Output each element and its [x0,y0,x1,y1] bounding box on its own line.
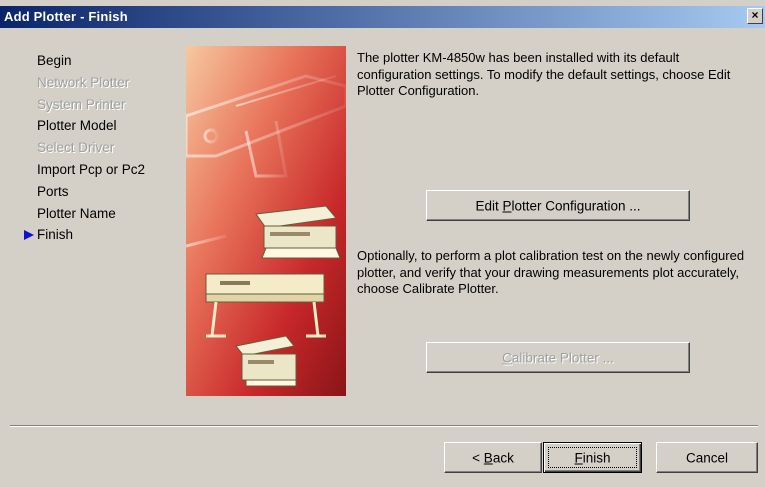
wizard-step-import-pcp: Import Pcp or Pc2 [37,161,146,177]
cancel-button-label: Cancel [685,450,729,465]
wizard-step-plotter-model: Plotter Model [37,118,117,134]
plotter-wizard-illustration [186,46,346,396]
wizard-steps-list: Begin Network Plotter System Printer Plo… [24,50,145,246]
intro-text: The plotter KM-4850w has been installed … [357,50,731,98]
calibrate-plotter-label: Calibrate Plotter ... [502,350,614,365]
wizard-step-network-plotter: Network Plotter [37,74,130,90]
edit-plotter-configuration-button[interactable]: Edit Plotter Configuration ... [426,190,690,221]
calibrate-plotter-button[interactable]: Calibrate Plotter ... [426,342,690,373]
wizard-step-system-printer: System Printer [37,96,126,112]
calibrate-text: Optionally, to perform a plot calibratio… [357,248,745,296]
plotter-illustration-image [186,46,346,396]
title-bar[interactable]: Add Plotter - Finish × [0,6,765,28]
footer-separator [10,425,758,427]
finish-button-label: Finish [574,450,611,465]
wizard-step-ports: Ports [37,183,69,199]
wizard-step-select-driver: Select Driver [37,140,115,156]
back-button[interactable]: < Back [444,442,542,473]
wizard-step-finish: Finish [24,224,145,246]
wizard-step-begin: Begin [37,53,72,68]
current-step-arrow-icon [24,230,34,241]
wizard-step-finish-label: Finish [37,227,74,243]
close-button[interactable]: × [747,8,763,24]
window-title: Add Plotter - Finish [4,9,128,24]
edit-plotter-configuration-label: Edit Plotter Configuration ... [475,198,641,213]
cancel-button[interactable]: Cancel [656,442,758,473]
back-button-label: < Back [472,450,514,465]
wizard-step-plotter-name: Plotter Name [37,205,116,221]
finish-button[interactable]: Finish [543,442,642,473]
add-plotter-dialog: Add Plotter - Finish × Begin Network Plo… [0,0,765,487]
